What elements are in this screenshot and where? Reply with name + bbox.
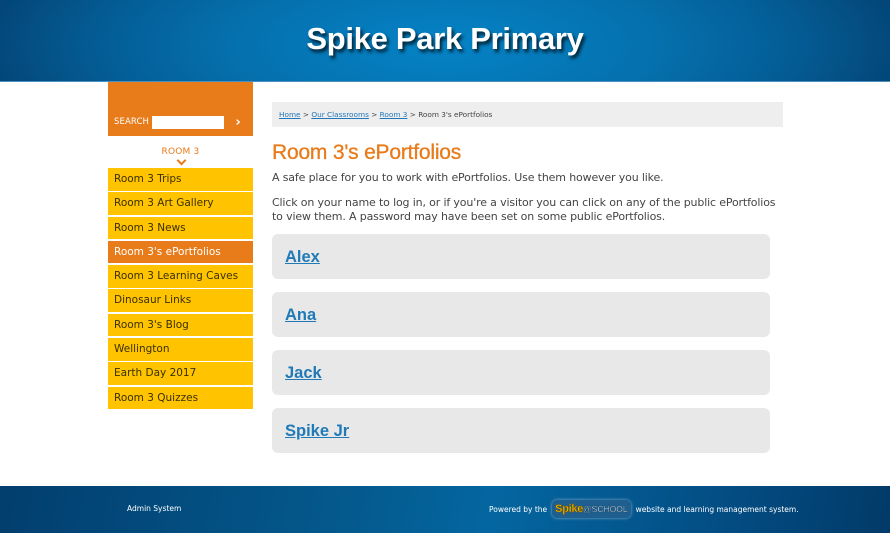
breadcrumb-separator: > (409, 110, 419, 119)
search-panel: SEARCH › (108, 82, 253, 136)
sidebar: SEARCH › ROOM 3 Room 3 Trips Room 3 Art … (108, 82, 253, 411)
search-label: SEARCH (114, 117, 149, 127)
logo-spike-text: Spike (555, 503, 584, 516)
sidebar-item-label: Room 3 News (114, 221, 186, 234)
breadcrumb-current: Room 3's ePortfolios (418, 110, 493, 119)
breadcrumb-room3-link[interactable]: Room 3 (380, 110, 408, 119)
powered-by-prefix: Powered by the (489, 504, 548, 514)
portfolio-card: Spike Jr (272, 408, 770, 453)
sidebar-item-label: Room 3 Art Gallery (114, 197, 214, 210)
sidebar-item-room3-trips[interactable]: Room 3 Trips (108, 168, 253, 191)
sidebar-item-label: Room 3's Blog (114, 318, 189, 331)
chevron-down-icon (177, 158, 185, 166)
sidebar-item-label: Room 3 Quizzes (114, 391, 199, 404)
search-submit-button[interactable]: › (231, 115, 245, 130)
portfolio-link-jack[interactable]: Jack (285, 364, 322, 383)
breadcrumb-separator: > (371, 110, 380, 119)
portfolio-card: Alex (272, 234, 770, 279)
powered-by: Powered by the Spike @SCHOOL website and… (489, 500, 799, 518)
sidebar-item-wellington[interactable]: Wellington (108, 338, 253, 361)
search-input[interactable] (152, 116, 224, 129)
site-header: Spike Park Primary (0, 0, 890, 82)
powered-by-suffix: website and learning management system. (635, 504, 799, 514)
logo-school-text: @SCHOOL (583, 504, 628, 514)
spike-at-school-logo[interactable]: Spike @SCHOOL (552, 500, 631, 518)
site-title: Spike Park Primary (306, 20, 584, 56)
portfolio-link-alex[interactable]: Alex (285, 248, 320, 267)
portfolio-card: Ana (272, 292, 770, 337)
breadcrumb: Home > Our Classrooms > Room 3 > Room 3'… (272, 102, 783, 127)
portfolio-list: Alex Ana Jack Spike Jr (272, 234, 783, 453)
breadcrumb-our-classrooms-link[interactable]: Our Classrooms (311, 110, 369, 119)
sidebar-item-label: Room 3 Learning Caves (114, 270, 239, 283)
sidebar-item-room3-learning-caves[interactable]: Room 3 Learning Caves (108, 265, 253, 288)
sidebar-item-label: Room 3's ePortfolios (114, 245, 221, 258)
sidebar-item-room3-blog[interactable]: Room 3's Blog (108, 313, 253, 337)
breadcrumb-home-link[interactable]: Home (279, 110, 301, 119)
portfolio-link-spike-jr[interactable]: Spike Jr (285, 422, 349, 441)
page-intro: A safe place for you to work with ePortf… (272, 171, 664, 184)
main-content: Home > Our Classrooms > Room 3 > Room 3'… (272, 102, 783, 466)
sidebar-item-room3-news[interactable]: Room 3 News (108, 216, 253, 240)
sidebar-item-label: Room 3 Trips (114, 173, 182, 185)
admin-system-link[interactable]: Admin System (127, 504, 181, 513)
sidebar-item-room3-quizzes[interactable]: Room 3 Quizzes (108, 386, 253, 410)
sidebar-item-room3-eportfolios[interactable]: Room 3's ePortfolios (108, 240, 253, 264)
portfolio-link-ana[interactable]: Ana (285, 306, 316, 325)
portfolio-card: Jack (272, 350, 770, 395)
sidebar-item-label: Earth Day 2017 (114, 367, 197, 380)
sidebar-item-room3-art-gallery[interactable]: Room 3 Art Gallery (108, 192, 253, 215)
page-title: Room 3's ePortfolios (272, 141, 462, 164)
site-footer: Admin System Powered by the Spike @SCHOO… (0, 486, 890, 533)
page-instructions: Click on your name to log in, or if you'… (272, 196, 776, 223)
chevron-right-icon: › (235, 115, 241, 130)
sidebar-item-label: Dinosaur Links (114, 294, 192, 307)
sidebar-item-label: Wellington (114, 343, 170, 356)
sidebar-nav: Room 3 Trips Room 3 Art Gallery Room 3 N… (108, 168, 253, 410)
section-heading[interactable]: ROOM 3 (108, 147, 253, 166)
sidebar-item-dinosaur-links[interactable]: Dinosaur Links (108, 289, 253, 312)
sidebar-item-earth-day-2017[interactable]: Earth Day 2017 (108, 362, 253, 385)
